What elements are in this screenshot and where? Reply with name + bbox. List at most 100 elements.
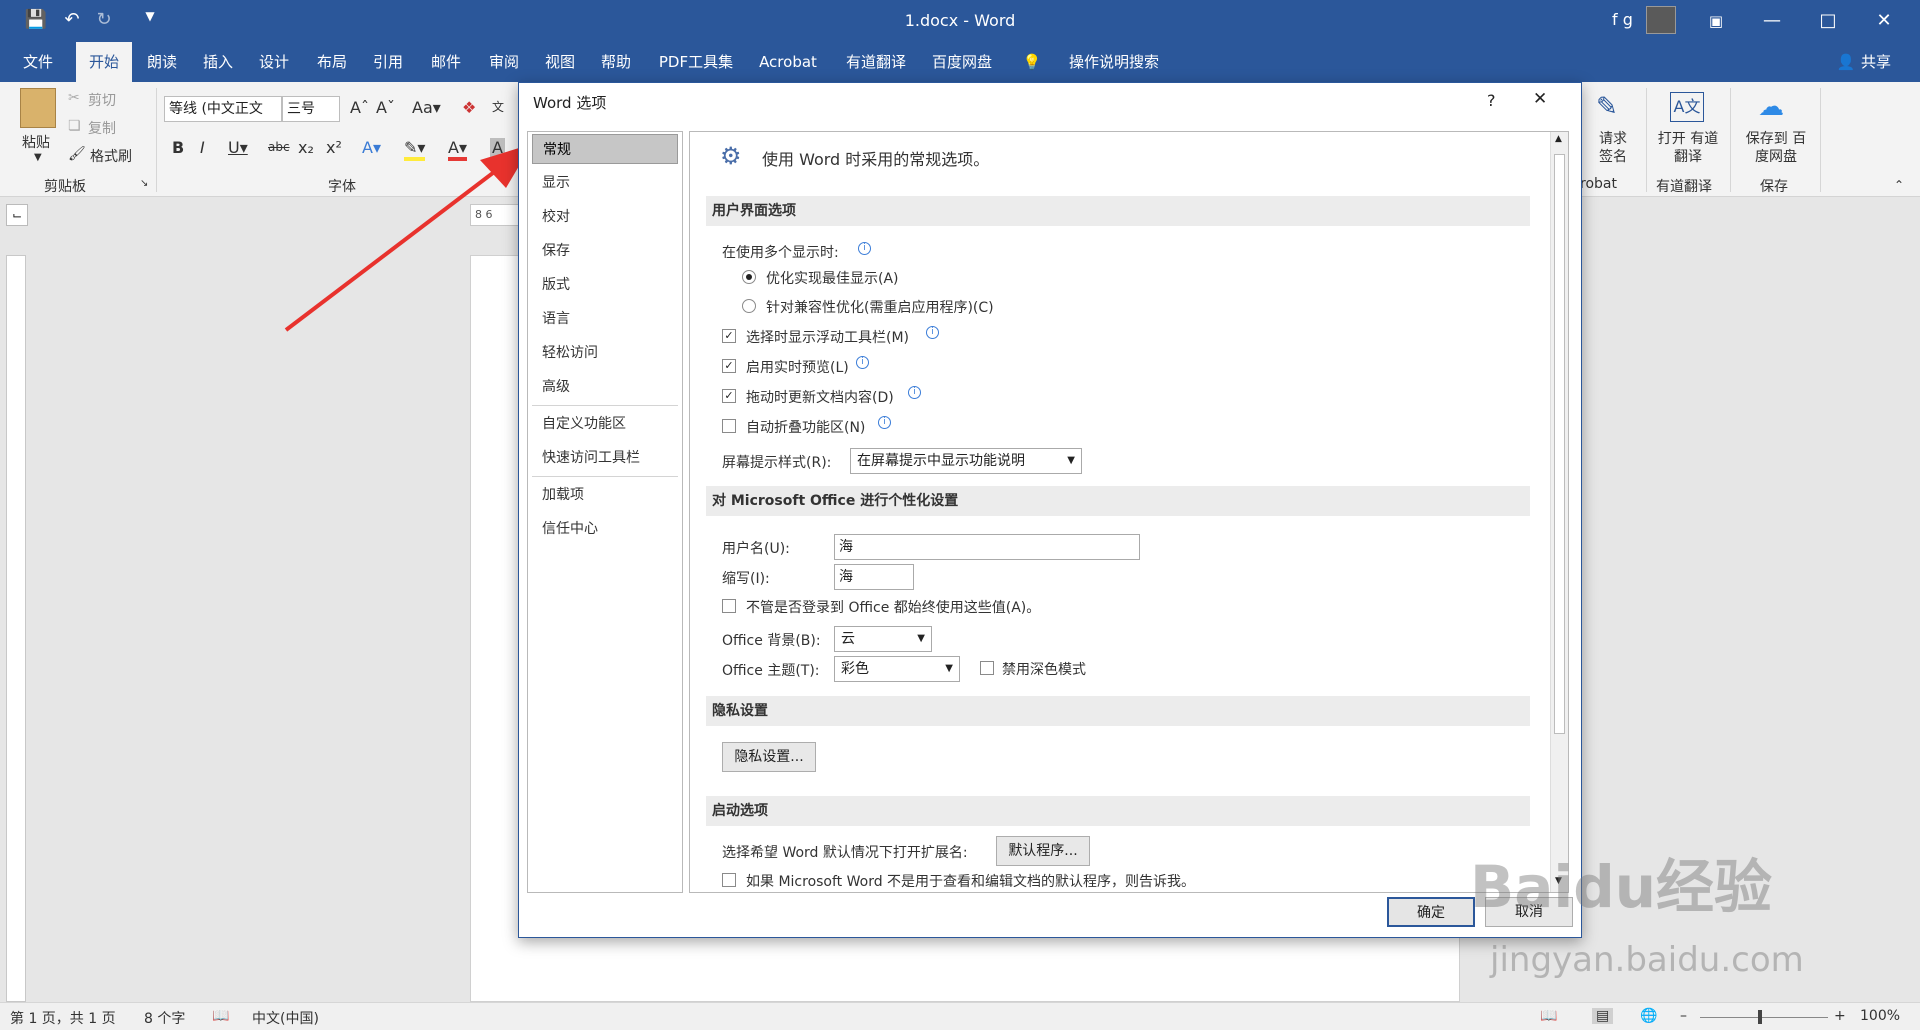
tab-acrobat[interactable]: Acrobat xyxy=(752,42,824,82)
font-name-box[interactable]: 等线 (中文正文 xyxy=(164,96,282,122)
tab-baidu-netdisk[interactable]: 百度网盘 xyxy=(924,42,1000,82)
baidu-cloud-icon[interactable]: ☁ xyxy=(1758,92,1784,122)
radio-compatibility[interactable] xyxy=(742,299,756,313)
format-painter-button[interactable]: 格式刷 xyxy=(90,146,132,166)
clipboard-launcher-icon[interactable]: ↘ xyxy=(140,178,148,189)
language-indicator[interactable]: 中文(中国) xyxy=(252,1008,319,1028)
nav-language[interactable]: 语言 xyxy=(532,304,678,334)
tab-file[interactable]: 文件 xyxy=(10,42,66,82)
paste-button[interactable]: 粘贴 xyxy=(22,132,50,152)
format-painter-icon[interactable]: 🖌 xyxy=(68,146,86,162)
underline-icon[interactable]: U▾ xyxy=(228,138,248,157)
checkbox-collapse-ribbon-label[interactable]: 自动折叠功能区(N) xyxy=(746,417,865,437)
tell-me-search[interactable]: 操作说明搜索 xyxy=(1052,42,1176,82)
vertical-ruler[interactable] xyxy=(6,255,26,1002)
nav-save[interactable]: 保存 xyxy=(532,236,678,266)
person-icon[interactable]: 👤 xyxy=(1836,42,1856,82)
paste-icon[interactable] xyxy=(20,88,56,128)
nav-quick-access-toolbar[interactable]: 快速访问工具栏 xyxy=(532,443,678,473)
tab-view[interactable]: 视图 xyxy=(532,42,588,82)
lightbulb-icon[interactable]: 💡 xyxy=(1020,42,1044,82)
office-background-select[interactable]: 云 ▼ xyxy=(834,626,932,652)
checkbox-live-preview-label[interactable]: 启用实时预览(L) xyxy=(746,357,849,377)
radio-best-display[interactable] xyxy=(742,270,756,284)
tab-pdf-tools[interactable]: PDF工具集 xyxy=(650,42,742,82)
tab-selector-icon[interactable]: ⌙ xyxy=(6,204,28,226)
tab-insert[interactable]: 插入 xyxy=(190,42,246,82)
tab-references[interactable]: 引用 xyxy=(360,42,416,82)
collapse-ribbon-icon[interactable]: ⌃ xyxy=(1894,178,1904,192)
nav-advanced[interactable]: 高级 xyxy=(532,372,678,402)
nav-add-ins[interactable]: 加载项 xyxy=(532,480,678,510)
checkbox-mini-toolbar[interactable]: ✓ xyxy=(722,329,736,343)
phonetic-guide-icon[interactable]: 文 xyxy=(492,98,504,115)
tab-mailings[interactable]: 邮件 xyxy=(418,42,474,82)
tooltip-style-select[interactable]: 在屏幕提示中显示功能说明 ▼ xyxy=(850,448,1082,474)
maximize-button[interactable]: □ xyxy=(1800,0,1856,42)
youdao-translate-icon[interactable]: A文 xyxy=(1670,92,1704,122)
user-name[interactable]: f g xyxy=(1612,10,1633,29)
checkbox-disable-dark-mode-label[interactable]: 禁用深色模式 xyxy=(1002,659,1086,679)
scroll-up-icon[interactable]: ▲ xyxy=(1555,134,1562,144)
checkbox-always-use-label[interactable]: 不管是否登录到 Office 都始终使用这些值(A)。 xyxy=(746,597,1040,617)
word-count[interactable]: 8 个字 xyxy=(144,1008,185,1028)
tab-review[interactable]: 审阅 xyxy=(476,42,532,82)
nav-accessibility[interactable]: 轻松访问 xyxy=(532,338,678,368)
nav-layout[interactable]: 版式 xyxy=(532,270,678,300)
default-programs-button[interactable]: 默认程序... xyxy=(996,836,1090,866)
checkbox-drag-update[interactable]: ✓ xyxy=(722,389,736,403)
signature-icon[interactable]: ✎ xyxy=(1596,92,1618,122)
share-button[interactable]: 共享 xyxy=(1856,42,1896,82)
checkbox-not-default-warning-label[interactable]: 如果 Microsoft Word 不是用于查看和编辑文档的默认程序，则告诉我。 xyxy=(746,871,1195,891)
tab-layout[interactable]: 布局 xyxy=(304,42,360,82)
nav-display[interactable]: 显示 xyxy=(532,168,678,198)
font-size-box[interactable]: 三号 xyxy=(282,96,340,122)
nav-proofing[interactable]: 校对 xyxy=(532,202,678,232)
open-youdao-button[interactable]: 打开 有道翻译 xyxy=(1656,130,1720,166)
cut-button[interactable]: 剪切 xyxy=(88,90,116,110)
checkbox-collapse-ribbon[interactable] xyxy=(722,419,736,433)
close-window-button[interactable]: ✕ xyxy=(1856,0,1912,42)
change-case-icon[interactable]: Aa▾ xyxy=(412,98,441,117)
save-to-baidu-button[interactable]: 保存到 百度网盘 xyxy=(1740,130,1812,166)
checkbox-live-preview[interactable]: ✓ xyxy=(722,359,736,373)
username-input[interactable]: 海 xyxy=(834,534,1140,560)
nav-general[interactable]: 常规 xyxy=(532,134,678,164)
checkbox-always-use[interactable] xyxy=(722,599,736,613)
bold-icon[interactable]: B xyxy=(172,138,184,157)
checkbox-not-default-warning[interactable] xyxy=(722,873,736,887)
office-theme-select[interactable]: 彩色 ▼ xyxy=(834,656,960,682)
italic-icon[interactable]: I xyxy=(200,138,205,157)
request-signature-button[interactable]: 请求 签名 xyxy=(1596,130,1630,166)
nav-customize-ribbon[interactable]: 自定义功能区 xyxy=(532,409,678,439)
paste-dropdown-icon[interactable]: ▼ xyxy=(34,152,42,163)
tab-home[interactable]: 开始 xyxy=(76,42,132,82)
nav-trust-center[interactable]: 信任中心 xyxy=(532,514,678,544)
scrollbar-thumb[interactable] xyxy=(1554,154,1565,734)
dialog-close-button[interactable]: ✕ xyxy=(1533,89,1547,109)
dialog-help-button[interactable]: ? xyxy=(1487,91,1496,110)
page-count[interactable]: 第 1 页，共 1 页 xyxy=(10,1008,116,1028)
minimize-button[interactable]: — xyxy=(1744,0,1800,42)
copy-button[interactable]: 复制 xyxy=(88,118,116,138)
initials-input[interactable]: 海 xyxy=(834,564,914,590)
shrink-font-icon[interactable]: Aˇ xyxy=(376,98,395,117)
copy-icon[interactable]: ❏ xyxy=(68,118,81,134)
cut-icon[interactable]: ✂ xyxy=(68,90,80,106)
privacy-settings-button[interactable]: 隐私设置... xyxy=(722,742,816,772)
radio-best-display-label[interactable]: 优化实现最佳显示(A) xyxy=(766,268,899,288)
content-scrollbar[interactable]: ▲ ▼ xyxy=(1550,132,1568,892)
grow-font-icon[interactable]: Aˆ xyxy=(350,98,369,117)
checkbox-mini-toolbar-label[interactable]: 选择时显示浮动工具栏(M) xyxy=(746,327,909,347)
tab-help[interactable]: 帮助 xyxy=(588,42,644,82)
ribbon-display-options-icon[interactable]: ▣ xyxy=(1688,0,1744,42)
checkbox-disable-dark-mode[interactable] xyxy=(980,661,994,675)
tab-youdao[interactable]: 有道翻译 xyxy=(836,42,916,82)
proofing-icon[interactable]: 📖 xyxy=(212,1008,229,1024)
tab-design[interactable]: 设计 xyxy=(246,42,302,82)
avatar[interactable] xyxy=(1646,6,1676,34)
tab-read-aloud[interactable]: 朗读 xyxy=(134,42,190,82)
checkbox-drag-update-label[interactable]: 拖动时更新文档内容(D) xyxy=(746,387,894,407)
clear-formatting-icon[interactable]: ❖ xyxy=(462,98,476,117)
radio-compatibility-label[interactable]: 针对兼容性优化(需重启应用程序)(C) xyxy=(766,297,994,317)
